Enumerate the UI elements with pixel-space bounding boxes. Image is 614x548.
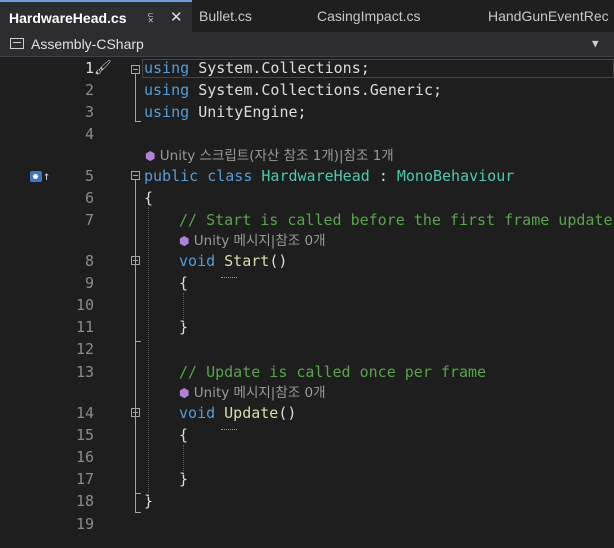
code-token: // Start is called before the first fram… — [179, 211, 613, 229]
fold-line-end — [135, 493, 141, 494]
code-token: System.Collections; — [198, 59, 370, 77]
line-number: 11 — [75, 318, 94, 336]
code-token: { — [144, 189, 154, 207]
code-line[interactable]: void Start() — [179, 251, 287, 271]
line-number: 5 — [84, 167, 94, 185]
tab-bar: HardwareHead.cs ⫁ ✕ Bullet.cs CasingImpa… — [0, 0, 614, 32]
line-number: 6 — [84, 189, 94, 207]
code-line[interactable]: public class HardwareHead : MonoBehaviou… — [144, 166, 514, 186]
tab-label: Bullet.cs — [199, 8, 252, 24]
code-token: using — [144, 103, 190, 121]
line-number: 15 — [75, 426, 94, 444]
tab-casingimpact[interactable]: CasingImpact.cs — [308, 0, 473, 32]
code-token: HardwareHead — [261, 167, 370, 185]
fold-toggle-usings[interactable] — [131, 65, 140, 74]
code-token: using — [144, 59, 190, 77]
suggestion-dots — [221, 427, 237, 430]
line-number: 12 — [75, 340, 94, 358]
line-number: 2 — [84, 81, 94, 99]
code-token: : — [378, 167, 388, 185]
line-number: 1 — [84, 59, 94, 77]
project-dropdown[interactable]: Assembly-CSharp — [31, 32, 144, 56]
close-icon[interactable]: ✕ — [170, 2, 183, 32]
navigation-bar: Assembly-CSharp ▼ — [0, 32, 614, 57]
code-token: { — [179, 426, 189, 444]
tab-handguneventrec[interactable]: HandGunEventRec — [479, 0, 614, 32]
unity-cube-icon: ⬢ — [179, 234, 190, 248]
code-editor[interactable]: 🖌 ↑ 1 using System.Collections; 2 using Sys… — [0, 57, 614, 548]
code-line[interactable]: using System.Collections; — [144, 58, 370, 78]
code-token: class — [207, 167, 253, 185]
tab-label: HandGunEventRec — [488, 8, 609, 24]
line-number: 9 — [84, 274, 94, 292]
code-token: Start — [224, 252, 270, 270]
line-number: 18 — [75, 492, 94, 510]
quick-actions-icon[interactable]: 🖌 — [94, 60, 112, 76]
code-token: UnityEngine; — [198, 103, 307, 121]
fold-line — [135, 417, 136, 493]
line-number: 19 — [75, 515, 94, 533]
fold-toggle-class[interactable] — [131, 171, 140, 180]
fold-toggle-update[interactable] — [131, 408, 140, 417]
line-number: 8 — [84, 252, 94, 270]
code-line[interactable]: using UnityEngine; — [144, 102, 307, 122]
code-token: () — [269, 252, 288, 270]
unity-cube-icon: ⬢ — [179, 386, 190, 400]
code-line[interactable]: using System.Collections.Generic; — [144, 80, 442, 100]
code-line[interactable]: { — [179, 273, 188, 293]
fold-line-end — [135, 341, 141, 342]
suggestion-dots — [221, 275, 237, 278]
line-number: 14 — [75, 404, 94, 422]
pin-icon[interactable]: ⫁ — [148, 2, 153, 32]
line-number: 3 — [84, 103, 94, 121]
line-number: 10 — [75, 296, 94, 314]
fold-line — [135, 265, 136, 341]
tab-label: HardwareHead.cs — [9, 10, 127, 26]
line-number: 7 — [84, 211, 94, 229]
code-line[interactable]: { — [179, 425, 188, 445]
indent-guide — [148, 207, 149, 497]
go-to-base-icon[interactable]: ↑ — [43, 166, 50, 186]
unity-cube-icon: ⬢ — [145, 149, 156, 163]
indent-guide — [183, 293, 184, 323]
codelens-start[interactable]: ⬢ Unity 메시지|참조 0개 — [179, 232, 326, 250]
fold-line-end — [135, 121, 141, 122]
implementation-icon[interactable] — [30, 171, 42, 182]
code-token: public — [144, 167, 199, 185]
code-token: MonoBehaviour — [396, 167, 515, 185]
code-token: void — [179, 252, 216, 270]
codelens-class[interactable]: ⬢ Unity 스크립트(자산 참조 1개)|참조 1개 — [145, 147, 394, 165]
line-number: 4 — [84, 125, 94, 143]
tab-bullet[interactable]: Bullet.cs — [190, 0, 300, 32]
fold-toggle-start[interactable] — [131, 256, 140, 265]
code-token: void — [179, 404, 216, 422]
codelens-update[interactable]: ⬢ Unity 메시지|참조 0개 — [179, 384, 326, 402]
tab-label: CasingImpact.cs — [317, 8, 421, 24]
line-number: 17 — [75, 470, 94, 488]
code-token: System.Collections.Generic; — [198, 81, 443, 99]
code-token: Update — [224, 404, 279, 422]
chevron-down-icon[interactable]: ▼ — [592, 32, 599, 56]
code-token: // Update is called once per frame — [179, 363, 487, 381]
line-number: 16 — [75, 448, 94, 466]
fold-line-end — [135, 512, 141, 513]
code-line[interactable]: void Update() — [179, 403, 296, 423]
line-number: 13 — [75, 363, 94, 381]
tab-hardwarehead[interactable]: HardwareHead.cs ⫁ ✕ — [0, 0, 192, 32]
project-icon — [10, 38, 24, 49]
fold-line — [135, 74, 136, 121]
indent-guide — [183, 445, 184, 475]
code-line[interactable]: // Update is called once per frame — [179, 362, 486, 382]
glyph-margin — [0, 57, 26, 548]
code-token: { — [179, 274, 189, 292]
code-token: using — [144, 81, 190, 99]
code-line[interactable]: { — [144, 188, 153, 208]
code-token: () — [278, 404, 297, 422]
code-line[interactable]: // Start is called before the first fram… — [179, 210, 612, 230]
